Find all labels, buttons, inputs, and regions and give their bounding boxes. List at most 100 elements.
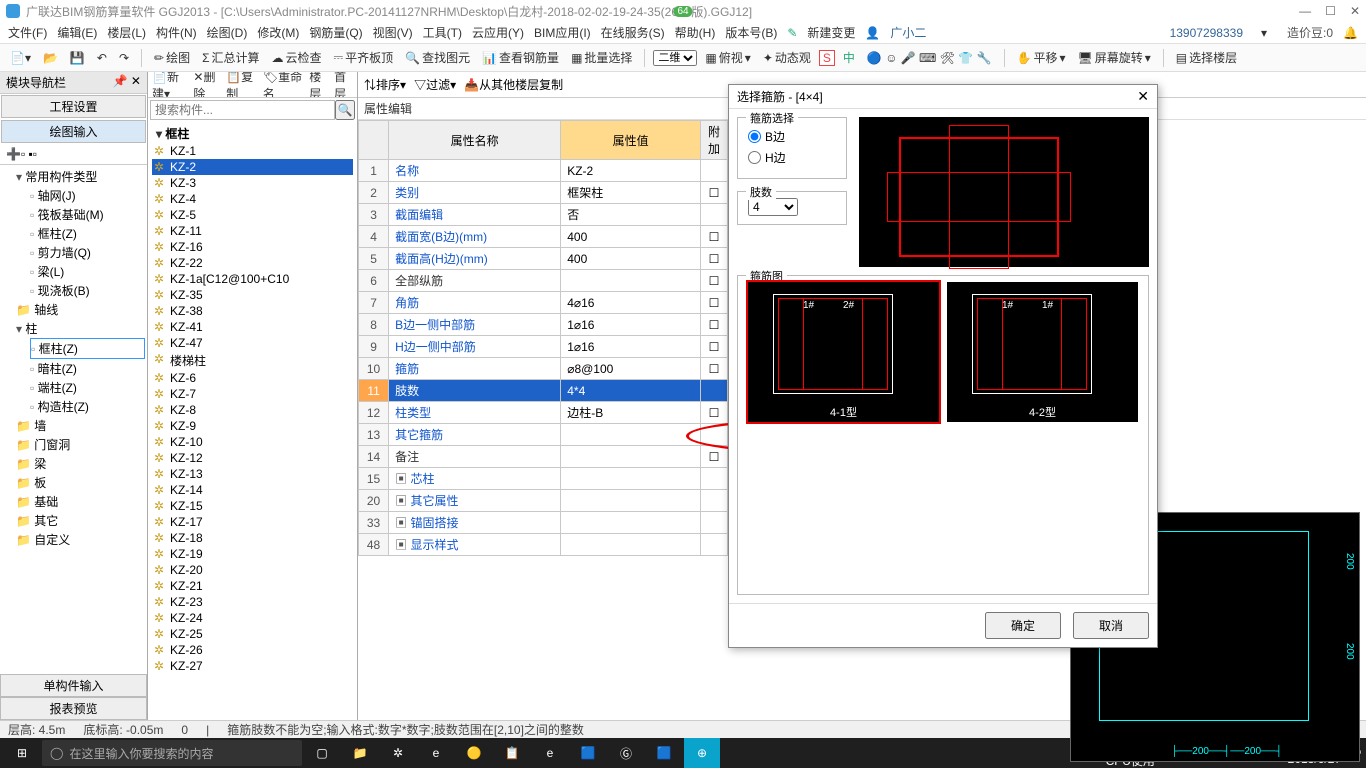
- radio-b[interactable]: [748, 130, 761, 143]
- tb-screenrot[interactable]: 🖥屏幕旋转▾: [1074, 47, 1155, 68]
- menu-cloud[interactable]: 云应用(Y): [472, 24, 524, 41]
- tb-selfloor[interactable]: ▤选择楼层: [1172, 47, 1241, 68]
- comp-item[interactable]: KZ-4: [152, 191, 353, 207]
- nav-leaf[interactable]: 框柱(Z): [30, 224, 145, 243]
- comp-item[interactable]: KZ-9: [152, 418, 353, 434]
- prop-row[interactable]: 15芯柱: [359, 468, 728, 490]
- nav-item[interactable]: 其它: [16, 511, 145, 530]
- tb-find[interactable]: 🔍 查找图元: [401, 47, 474, 68]
- rt-filter[interactable]: ▽过滤▾: [414, 76, 456, 93]
- tb-app7[interactable]: 🟦: [646, 738, 682, 768]
- comp-item[interactable]: KZ-16: [152, 239, 353, 255]
- prop-row[interactable]: 13其它箍筋: [359, 424, 728, 446]
- tb-flat[interactable]: ⎓ 平齐板顶: [330, 47, 398, 68]
- comp-item[interactable]: KZ-6: [152, 370, 353, 386]
- mt-floor[interactable]: 楼层: [309, 72, 328, 98]
- prop-row[interactable]: 2类别框架柱☐: [359, 182, 728, 204]
- comp-item[interactable]: KZ-47: [152, 335, 353, 351]
- comp-item[interactable]: KZ-12: [152, 450, 353, 466]
- view-select[interactable]: 二维: [653, 50, 697, 66]
- close-button[interactable]: ✕: [1350, 4, 1360, 18]
- mt-rename[interactable]: 🏷重命名: [263, 72, 303, 98]
- menu-draw[interactable]: 绘图(D): [207, 24, 248, 41]
- nav-leaf[interactable]: 轴网(J): [30, 186, 145, 205]
- tb-sum[interactable]: Σ 汇总计算: [198, 47, 263, 68]
- prop-row[interactable]: 14备注☐: [359, 446, 728, 468]
- menu-tools[interactable]: 工具(T): [423, 24, 462, 41]
- prop-row[interactable]: 5截面高(H边)(mm)400☐: [359, 248, 728, 270]
- comp-item[interactable]: KZ-5: [152, 207, 353, 223]
- bell-icon[interactable]: 🔔: [1343, 26, 1358, 40]
- search-input[interactable]: [150, 100, 335, 120]
- radio-h[interactable]: [748, 151, 761, 164]
- comp-item[interactable]: KZ-18: [152, 530, 353, 546]
- nav-leaf[interactable]: 暗柱(Z): [30, 359, 145, 378]
- tb-draw[interactable]: ✏绘图: [150, 47, 194, 68]
- tb-undo-icon[interactable]: ↶: [93, 49, 111, 67]
- nav-leaf[interactable]: 现浇板(B): [30, 281, 145, 300]
- comp-item[interactable]: KZ-7: [152, 386, 353, 402]
- comp-item[interactable]: KZ-17: [152, 514, 353, 530]
- nav-leaf[interactable]: 筏板基础(M): [30, 205, 145, 224]
- menu-user[interactable]: 广小二: [890, 24, 926, 41]
- tb-pan[interactable]: ✋平移▾: [1013, 47, 1070, 68]
- menu-online[interactable]: 在线服务(S): [601, 24, 665, 41]
- menu-help[interactable]: 帮助(H): [675, 24, 716, 41]
- count-select[interactable]: 4: [748, 198, 798, 216]
- mt-copy[interactable]: 📋复制: [226, 72, 257, 98]
- comp-item[interactable]: KZ-23: [152, 594, 353, 610]
- prop-row[interactable]: 11肢数4*4: [359, 380, 728, 402]
- tb-viewrebar[interactable]: 📊 查看钢筋量: [478, 47, 563, 68]
- tb-topview[interactable]: ▦俯视▾: [701, 47, 754, 68]
- menu-floor[interactable]: 楼层(L): [107, 24, 146, 41]
- rt-sort[interactable]: ⇅排序▾: [364, 76, 406, 93]
- comp-item[interactable]: KZ-13: [152, 466, 353, 482]
- comp-item[interactable]: KZ-24: [152, 610, 353, 626]
- menu-file[interactable]: 文件(F): [8, 24, 47, 41]
- tb-new-icon[interactable]: 📄▾: [6, 49, 35, 67]
- comp-item[interactable]: 楼梯柱: [152, 351, 353, 370]
- nav-item[interactable]: 柱: [16, 319, 145, 338]
- menu-newchange[interactable]: 新建变更: [807, 24, 855, 41]
- tb-open-icon[interactable]: 📂: [39, 49, 62, 67]
- nav-item[interactable]: 板: [16, 473, 145, 492]
- tb-icons[interactable]: 🔵 ☺ 🎤 ⌨ 🛠 👕 🔧: [863, 49, 996, 67]
- nav-leaf[interactable]: 框柱(Z): [30, 338, 145, 359]
- prop-row[interactable]: 48显示样式: [359, 534, 728, 556]
- comp-item[interactable]: KZ-3: [152, 175, 353, 191]
- comp-item[interactable]: KZ-2: [152, 159, 353, 175]
- dlg-close-icon[interactable]: ✕: [1137, 88, 1149, 105]
- tb-cloudcheck[interactable]: ☁ 云检查: [268, 47, 326, 68]
- menu-rebar[interactable]: 钢筋量(Q): [309, 24, 362, 41]
- nav-item[interactable]: 门窗洞: [16, 435, 145, 454]
- tb-batchsel[interactable]: ▦ 批量选择: [567, 47, 636, 68]
- prop-row[interactable]: 7角筋4⌀16☐: [359, 292, 728, 314]
- ok-button[interactable]: 确定: [985, 612, 1061, 639]
- prop-row[interactable]: 6全部纵筋☐: [359, 270, 728, 292]
- tb-app5[interactable]: 🟦: [570, 738, 606, 768]
- prop-row[interactable]: 4截面宽(B边)(mm)400☐: [359, 226, 728, 248]
- rt-copy[interactable]: 📥从其他楼层复制: [464, 76, 563, 93]
- comp-item[interactable]: KZ-22: [152, 255, 353, 271]
- nav-tree[interactable]: 常用构件类型轴网(J)筏板基础(M)框柱(Z)剪力墙(Q)梁(L)现浇板(B)轴…: [0, 165, 147, 674]
- taskview-icon[interactable]: ▢: [304, 738, 340, 768]
- thumb[interactable]: 1# 1# 4-2型: [947, 282, 1138, 422]
- comp-item[interactable]: KZ-38: [152, 303, 353, 319]
- comp-item[interactable]: KZ-11: [152, 223, 353, 239]
- mt-del[interactable]: ✕删除: [193, 72, 220, 98]
- nav-mini-icons[interactable]: ➕▫ ▪▫: [0, 144, 147, 165]
- comp-item[interactable]: KZ-8: [152, 402, 353, 418]
- property-table[interactable]: 属性名称 属性值 附加 1名称KZ-22类别框架柱☐3截面编辑否4截面宽(B边)…: [358, 120, 728, 556]
- menu-modify[interactable]: 修改(M): [257, 24, 299, 41]
- tb-edge[interactable]: e: [418, 738, 454, 768]
- comp-item[interactable]: KZ-25: [152, 626, 353, 642]
- mt-first[interactable]: 首层: [334, 72, 353, 98]
- nav-item[interactable]: 梁: [16, 454, 145, 473]
- nav-item[interactable]: 自定义: [16, 530, 145, 549]
- tb-app2[interactable]: ✲: [380, 738, 416, 768]
- user-phone[interactable]: 13907298339: [1170, 26, 1243, 40]
- nav-leaf[interactable]: 梁(L): [30, 262, 145, 281]
- tb-app4[interactable]: 📋: [494, 738, 530, 768]
- comp-item[interactable]: KZ-1: [152, 143, 353, 159]
- prop-row[interactable]: 8B边一侧中部筋1⌀16☐: [359, 314, 728, 336]
